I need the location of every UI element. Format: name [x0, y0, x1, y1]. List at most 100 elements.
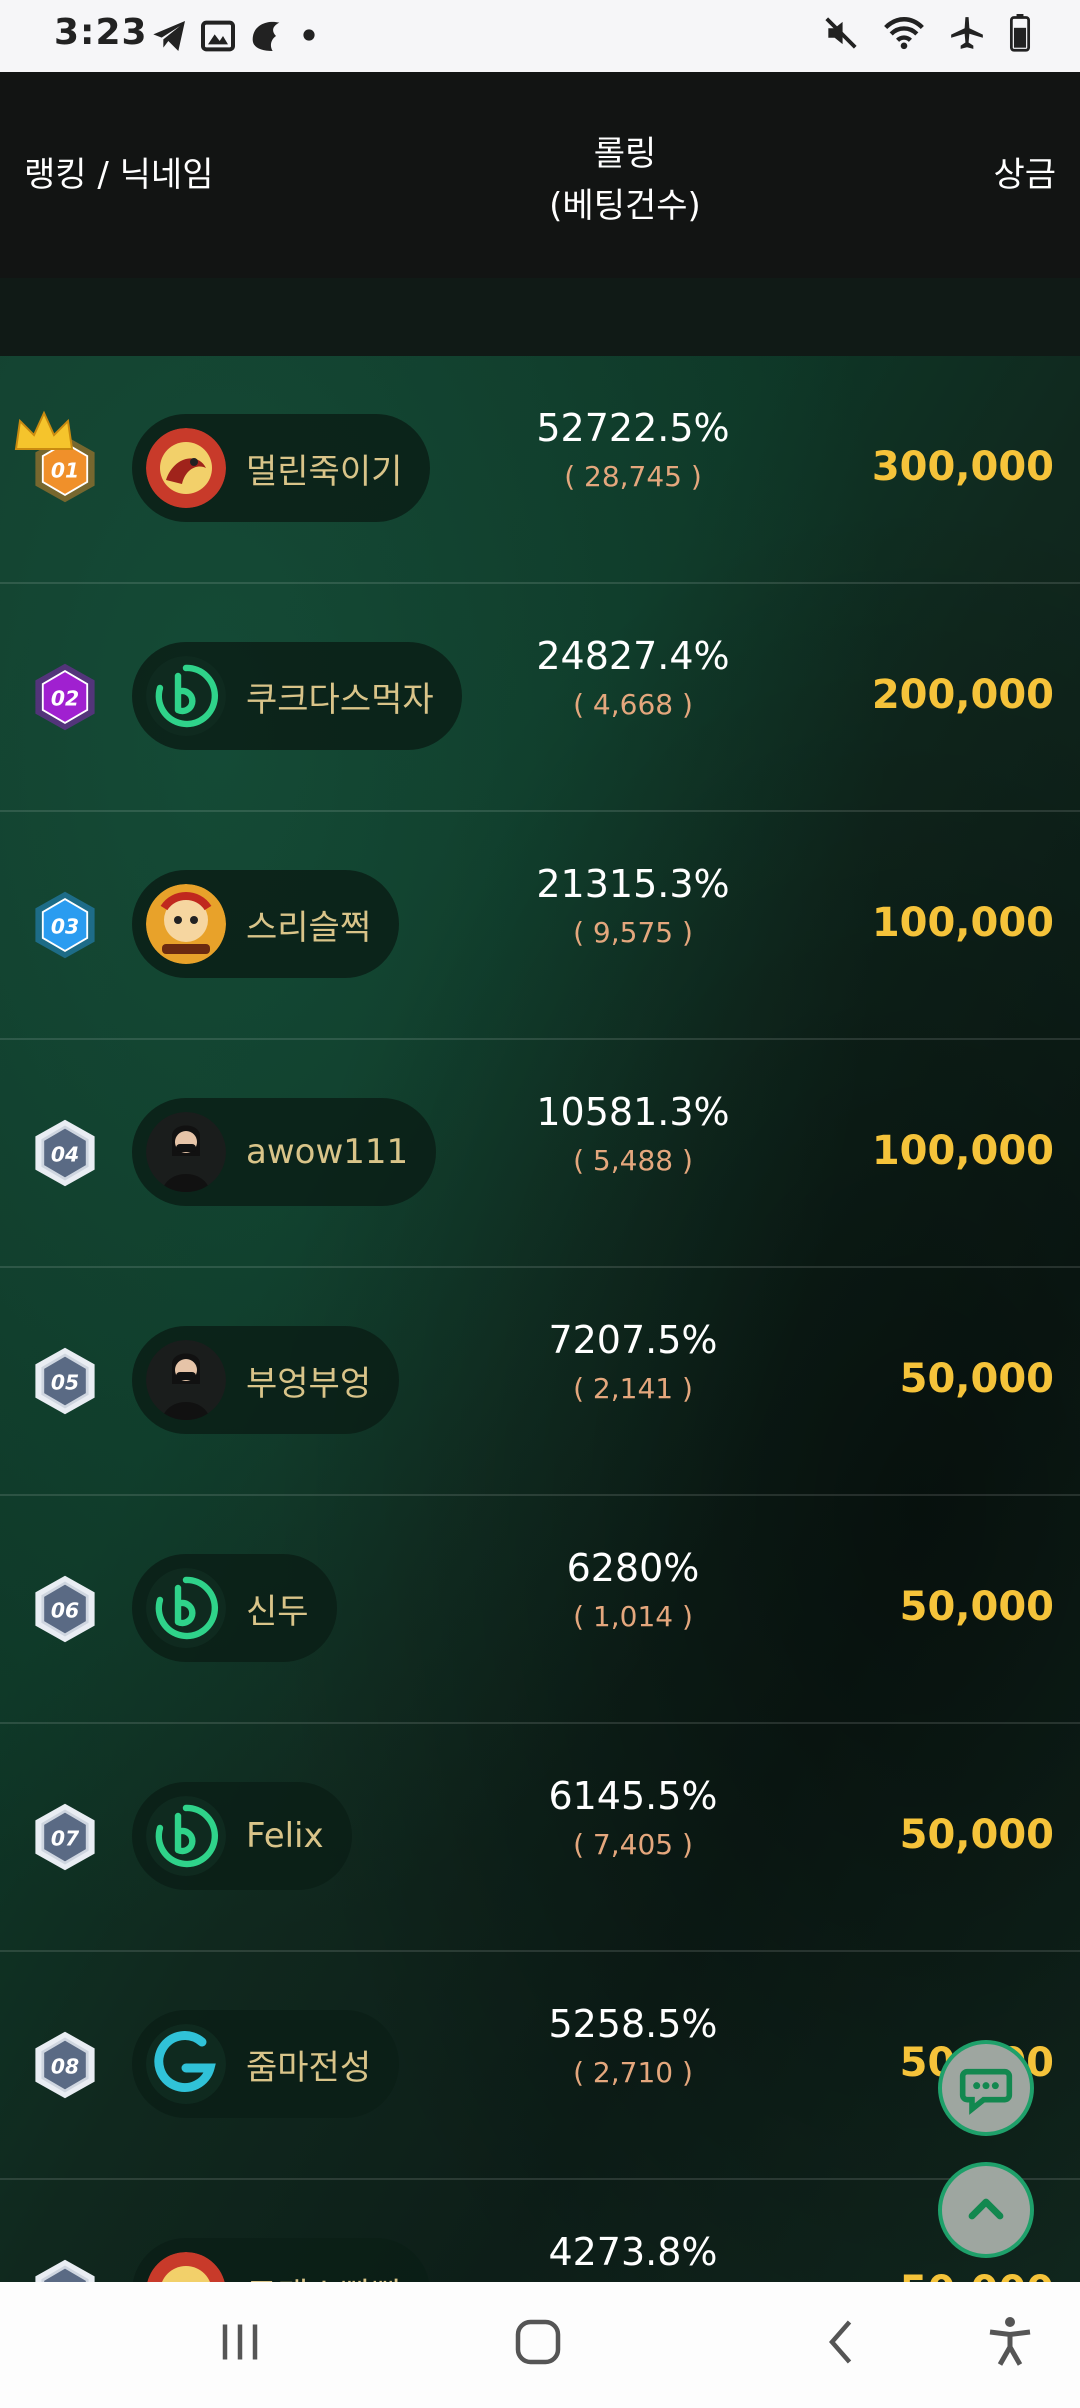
- nickname: 줌마전성: [246, 2047, 372, 2088]
- chat-button[interactable]: [938, 2040, 1034, 2136]
- avatar: [146, 1112, 226, 1192]
- bet-count: ( 2,710 ): [573, 2056, 693, 2089]
- bet-count: ( 5,488 ): [573, 1144, 693, 1177]
- ranking-row: 03 스리슬쩍 21315.3% ( 9,575 ) 100,000: [0, 812, 1080, 1040]
- user-pill[interactable]: 줌마전성: [132, 2010, 400, 2118]
- rank-badge-icon: 08: [35, 2031, 95, 2099]
- rolling-percent: 24827.4%: [536, 634, 730, 678]
- ranking-row: 04 awow111 10581.3% ( 5,488 ) 100,000: [0, 1040, 1080, 1268]
- airplane-icon: [951, 17, 983, 49]
- prize-amount: 100,000: [871, 1128, 1054, 1174]
- rolling-cell: 7207.5% ( 2,141 ): [520, 1318, 746, 1405]
- nickname: 쿠크다스먹자: [246, 679, 434, 720]
- rank-badge-icon: 09: [35, 2259, 95, 2282]
- mute-icon: [825, 17, 857, 49]
- avatar: [146, 2024, 226, 2104]
- battery-icon: [1009, 14, 1031, 52]
- telegram-icon: [153, 21, 185, 51]
- avatar: [146, 656, 226, 736]
- scroll-top-button[interactable]: [938, 2162, 1034, 2258]
- user-pill[interactable]: Felix: [132, 1782, 352, 1890]
- user-pill[interactable]: 로맨스빵빵: [132, 2238, 431, 2282]
- rolling-percent: 52722.5%: [536, 406, 730, 450]
- prize-amount: 300,000: [871, 444, 1054, 490]
- recents-icon[interactable]: [210, 2312, 270, 2372]
- rank-number: 01: [51, 458, 79, 482]
- rolling-percent: 7207.5%: [548, 1318, 718, 1362]
- rolling-cell: 6280% ( 1,014 ): [520, 1546, 746, 1633]
- avatar: [146, 1568, 226, 1648]
- rank-number: 04: [51, 1142, 79, 1166]
- user-pill[interactable]: 쿠크다스먹자: [132, 642, 462, 750]
- prize-amount: 50,000: [900, 2268, 1054, 2282]
- prize-amount: 100,000: [871, 900, 1054, 946]
- rolling-percent: 21315.3%: [536, 862, 730, 906]
- bet-count: ( 2,141 ): [573, 1372, 693, 1405]
- person-avatar: [146, 1340, 226, 1420]
- bet-count: ( 28,745 ): [564, 460, 702, 493]
- rank-number: 02: [51, 686, 79, 710]
- nickname: 스리슬쩍: [246, 907, 372, 948]
- ranking-page[interactable]: 랭킹 / 닉네임 롤링 (베팅건수) 상금 01 멀린죽이기 52722.5% ( 2…: [0, 72, 1080, 2282]
- header-spacer: [0, 278, 1080, 356]
- ranking-row: 01 멀린죽이기 52722.5% ( 28,745 ) 300,000: [0, 356, 1080, 584]
- nickname: 부엉부엉: [246, 1363, 372, 1404]
- b-logo-avatar: [146, 1796, 226, 1876]
- ranking-row: 09 로맨스빵빵 4273.8% 50,000: [0, 2180, 1080, 2282]
- rolling-cell: 10581.3% ( 5,488 ): [520, 1090, 746, 1177]
- rolling-cell: 4273.8%: [520, 2230, 746, 2282]
- avatar: [146, 884, 226, 964]
- header-rank-nickname: 랭킹 / 닉네임: [24, 155, 214, 195]
- user-pill[interactable]: awow111: [132, 1098, 437, 1206]
- rolling-percent: 6280%: [566, 1546, 700, 1590]
- header-prize: 상금: [993, 155, 1056, 195]
- rank-badge-icon: 02: [35, 663, 95, 731]
- crown-icon: [14, 410, 74, 450]
- status-icons: [822, 14, 1032, 52]
- header-rolling-title: 롤링: [593, 134, 657, 174]
- rolling-percent: 5258.5%: [548, 2002, 718, 2046]
- ranking-row: 07 Felix 6145.5% ( 7,405 ) 50,000: [0, 1724, 1080, 1952]
- back-icon[interactable]: [812, 2312, 872, 2372]
- rank-number: 03: [51, 914, 79, 938]
- wifi-icon: [884, 17, 924, 50]
- app-icon: [252, 21, 280, 51]
- ranking-row: 06 신두 6280% ( 1,014 ) 50,000: [0, 1496, 1080, 1724]
- rank-badge-icon: 03: [35, 891, 95, 959]
- home-icon[interactable]: [508, 2312, 568, 2372]
- avatar: [146, 428, 226, 508]
- avatar: [146, 1796, 226, 1876]
- bet-count: ( 7,405 ): [573, 1828, 693, 1861]
- gallery-icon: [201, 20, 235, 52]
- user-pill[interactable]: 멀린죽이기: [132, 414, 431, 522]
- rolling-cell: 24827.4% ( 4,668 ): [520, 634, 746, 721]
- rolling-percent: 6145.5%: [548, 1774, 718, 1818]
- accessibility-icon[interactable]: [980, 2312, 1040, 2372]
- rank-number: 08: [51, 2054, 79, 2078]
- dragon-avatar: [146, 428, 226, 508]
- prize-amount: 200,000: [871, 672, 1054, 718]
- wukong-avatar: [146, 884, 226, 964]
- ranking-row: 02 쿠크다스먹자 24827.4% ( 4,668 ) 200,000: [0, 584, 1080, 812]
- header-rolling: 롤링 (베팅건수): [520, 128, 730, 232]
- rolling-cell: 21315.3% ( 9,575 ): [520, 862, 746, 949]
- avatar: [146, 2252, 226, 2282]
- user-pill[interactable]: 스리슬쩍: [132, 870, 400, 978]
- b-logo-avatar: [146, 1568, 226, 1648]
- rank-number: 06: [51, 1598, 79, 1622]
- header-rolling-subtitle: (베팅건수): [549, 186, 701, 226]
- nickname: awow111: [246, 1132, 409, 1172]
- ranking-row: 05 부엉부엉 7207.5% ( 2,141 ) 50,000: [0, 1268, 1080, 1496]
- user-pill[interactable]: 부엉부엉: [132, 1326, 400, 1434]
- table-header: 랭킹 / 닉네임 롤링 (베팅건수) 상금: [0, 72, 1080, 279]
- chevron-up-icon: [968, 2198, 1004, 2220]
- status-time: 3:23: [54, 12, 148, 53]
- rolling-percent: 10581.3%: [536, 1090, 730, 1134]
- navigation-bar: [0, 2282, 1080, 2408]
- rolling-cell: 52722.5% ( 28,745 ): [520, 406, 746, 493]
- prize-amount: 50,000: [899, 1584, 1054, 1630]
- b-logo-avatar: [146, 656, 226, 736]
- user-pill[interactable]: 신두: [132, 1554, 337, 1662]
- rolling-cell: 6145.5% ( 7,405 ): [520, 1774, 746, 1861]
- chat-icon: [959, 2068, 1013, 2115]
